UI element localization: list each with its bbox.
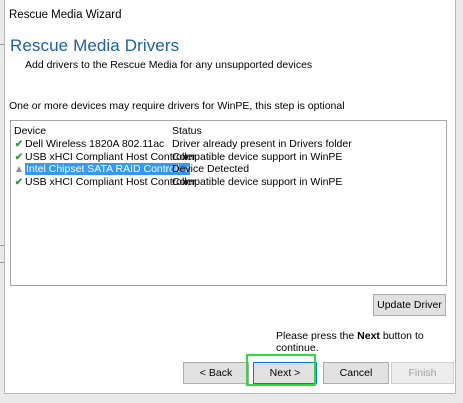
device-status: Compatible device support in WinPE bbox=[172, 176, 343, 188]
device-name: USB xHCI Compliant Host Controller bbox=[25, 151, 196, 163]
warning-icon: ▲ bbox=[14, 164, 24, 175]
back-button[interactable]: < Back bbox=[183, 362, 249, 384]
column-header-device[interactable]: Device bbox=[14, 125, 46, 137]
finish-button[interactable]: Finish bbox=[391, 362, 454, 384]
device-status: Compatible device support in WinPE bbox=[172, 151, 343, 163]
continue-keyword: Next bbox=[357, 330, 380, 342]
device-status: Device Detected bbox=[172, 163, 250, 175]
device-list[interactable]: Device Status ✔ Dell Wireless 1820A 802.1… bbox=[10, 120, 447, 286]
wizard-window: Rescue Media Wizard Rescue Media Drivers… bbox=[4, 0, 456, 394]
info-text: One or more devices may require drivers … bbox=[9, 100, 345, 112]
cancel-button[interactable]: Cancel bbox=[323, 362, 389, 384]
check-icon: ✔ bbox=[14, 139, 24, 150]
device-name: Dell Wireless 1820A 802.11ac bbox=[25, 138, 165, 150]
continue-prefix: Please press the bbox=[276, 330, 355, 342]
device-name: USB xHCI Compliant Host Controller bbox=[25, 176, 196, 188]
window-title: Rescue Media Wizard bbox=[9, 9, 122, 21]
next-button[interactable]: Next > bbox=[253, 362, 317, 384]
update-driver-button[interactable]: Update Driver bbox=[373, 294, 446, 316]
device-name: Intel Chipset SATA RAID Controller bbox=[25, 163, 191, 175]
page-subtitle: Add drivers to the Rescue Media for any … bbox=[25, 59, 313, 71]
check-icon: ✔ bbox=[14, 177, 24, 188]
column-header-status[interactable]: Status bbox=[172, 125, 202, 137]
device-status: Driver already present in Drivers folder bbox=[172, 138, 352, 150]
page-title: Rescue Media Drivers bbox=[10, 36, 180, 55]
continue-message: Please press the Next button to continue… bbox=[276, 330, 455, 354]
